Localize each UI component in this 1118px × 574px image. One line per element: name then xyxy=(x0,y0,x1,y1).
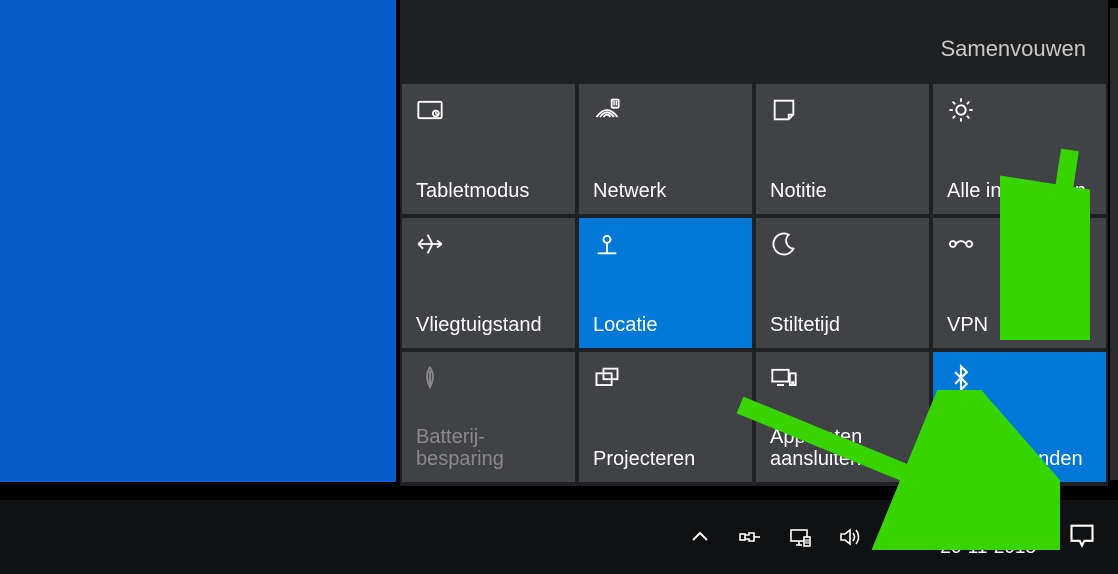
tile-label: Vliegtuigstand xyxy=(416,314,561,336)
bluetooth-icon xyxy=(947,364,1092,394)
location-icon xyxy=(593,230,738,260)
tile-label: Batterij- besparing xyxy=(416,426,561,470)
project-icon xyxy=(593,364,738,394)
tile-apparaten-aansluiten[interactable]: Apparaten aansluiten xyxy=(756,352,929,482)
tile-alle-instellingen[interactable]: Alle instellingen xyxy=(933,84,1106,214)
connect-icon xyxy=(770,364,915,394)
tile-label: VPN xyxy=(947,314,1092,336)
tile-projecteren[interactable]: Projecteren xyxy=(579,352,752,482)
gear-icon xyxy=(947,96,1092,126)
tile-label: Locatie xyxy=(593,314,738,336)
tile-tabletmodus[interactable]: Tabletmodus xyxy=(402,84,575,214)
tile-vpn[interactable]: VPN xyxy=(933,218,1106,348)
action-center-panel: Samenvouwen Tabletmodus Netwerk Notitie xyxy=(400,0,1108,486)
keyboard-icon[interactable] xyxy=(886,525,914,549)
clock[interactable]: 15:5 26-11-2018 xyxy=(932,515,1044,559)
tile-stiltetijd[interactable]: Stiltetijd xyxy=(756,218,929,348)
tile-netwerk[interactable]: Netwerk xyxy=(579,84,752,214)
tile-locatie[interactable]: Locatie xyxy=(579,218,752,348)
moon-icon xyxy=(770,230,915,260)
date-text: 26-11-2018 xyxy=(940,537,1036,559)
tile-label: Niet verbonden xyxy=(947,448,1092,470)
quick-action-tiles: Tabletmodus Netwerk Notitie Alle instell… xyxy=(400,84,1108,486)
airplane-icon xyxy=(416,230,561,260)
power-icon[interactable] xyxy=(736,525,764,549)
tile-label: Apparaten aansluiten xyxy=(770,426,915,470)
tile-label: Alle instellingen xyxy=(947,180,1092,202)
tablet-icon xyxy=(416,96,561,126)
tile-label: Stiltetijd xyxy=(770,314,915,336)
notifications-tray-icon[interactable] xyxy=(1062,521,1102,554)
system-tray xyxy=(686,525,914,549)
tile-label: Netwerk xyxy=(593,180,738,202)
desktop-background xyxy=(0,0,396,482)
time-text: 15:5 xyxy=(940,515,1036,537)
tile-vliegtuigstand[interactable]: Vliegtuigstand xyxy=(402,218,575,348)
vpn-icon xyxy=(947,230,1092,260)
tile-notitie[interactable]: Notitie xyxy=(756,84,929,214)
scrollbar[interactable] xyxy=(1110,8,1118,480)
tile-label: Notitie xyxy=(770,180,915,202)
network-tray-icon[interactable] xyxy=(786,525,814,549)
tile-bluetooth[interactable]: Niet verbonden xyxy=(933,352,1106,482)
battery-leaf-icon xyxy=(416,364,561,394)
tile-label: Projecteren xyxy=(593,448,738,470)
volume-icon[interactable] xyxy=(836,525,864,549)
network-icon xyxy=(593,96,738,126)
collapse-button[interactable]: Samenvouwen xyxy=(940,36,1086,61)
tile-batterijbesparing[interactable]: Batterij- besparing xyxy=(402,352,575,482)
tile-label: Tabletmodus xyxy=(416,180,561,202)
chevron-up-icon[interactable] xyxy=(686,525,714,549)
taskbar: 15:5 26-11-2018 xyxy=(0,500,1118,574)
note-icon xyxy=(770,96,915,126)
